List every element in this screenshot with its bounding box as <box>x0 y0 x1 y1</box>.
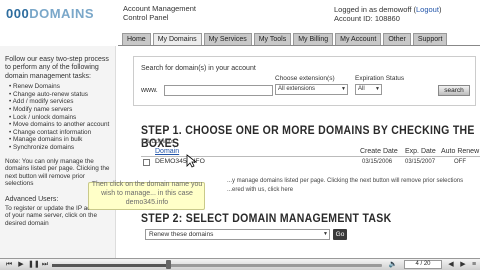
logged-in-suffix: ) <box>438 5 442 14</box>
step1-note-line1: ...y manage domains listed per page. Cli… <box>227 178 464 184</box>
task-item: Add / modify services <box>9 98 111 106</box>
progress-fill <box>52 264 168 267</box>
progress-thumb[interactable] <box>165 260 171 269</box>
domain-search-panel: Search for domain(s) in your account www… <box>133 56 476 106</box>
expiration-select-value: All <box>358 86 365 92</box>
auto-renew-status: OFF <box>454 159 466 165</box>
domain-checkbox[interactable] <box>143 159 150 166</box>
page-title-line2: Control Panel <box>123 13 169 22</box>
column-exp-date: Exp. Date <box>405 148 436 155</box>
pause-icon[interactable]: ❚❚ <box>28 261 40 269</box>
page-counter: 4 / 20 <box>404 260 442 269</box>
extension-select-value: All extensions <box>278 86 316 92</box>
account-id: Account ID: 108860 <box>334 14 400 23</box>
extension-label: Choose extension(s) <box>275 75 335 82</box>
task-item: Change contact information <box>9 129 111 137</box>
step2-heading: STEP 2: SELECT DOMAIN MANAGEMENT TASK <box>141 212 392 226</box>
search-button[interactable]: search <box>438 85 470 96</box>
logged-in-text: Logged in as demowoff ( <box>334 5 416 14</box>
task-item: Synchronize domains <box>9 144 111 152</box>
previous-icon[interactable]: ◀ <box>446 261 456 269</box>
logo-prefix: 000 <box>6 6 30 21</box>
go-button[interactable]: Go <box>333 229 347 240</box>
logo[interactable]: 000DOMAINS <box>6 6 94 21</box>
tab-my-account[interactable]: My Account <box>335 33 382 45</box>
task-item: Move domains to another account <box>9 121 111 129</box>
page-title-line1: Account Management <box>123 4 196 13</box>
sidebar: Follow our easy two-step process to perf… <box>0 46 116 258</box>
chevron-down-icon: ▼ <box>341 86 346 92</box>
rewind-icon[interactable]: ⏮ <box>4 261 14 269</box>
tab-my-domains[interactable]: My Domains <box>152 33 202 45</box>
www-label: www. <box>141 87 158 94</box>
task-item: Modify name servers <box>9 106 111 114</box>
play-icon[interactable]: ▶ <box>16 261 26 269</box>
page-title: Account Management Control Panel <box>123 4 196 22</box>
step1-heading: STEP 1. CHOOSE ONE OR MORE DOMAINS BY CH… <box>141 124 475 151</box>
tab-my-billing[interactable]: My Billing <box>293 33 334 45</box>
tabbar-divider <box>118 45 480 46</box>
chevron-down-icon: ▼ <box>323 231 328 237</box>
task-list: Renew Domains Change auto-renew status A… <box>9 83 111 151</box>
next-icon[interactable]: ▶ <box>458 261 468 269</box>
column-auto-renew: Auto Renew <box>441 148 480 155</box>
expiration-select[interactable]: All ▼ <box>355 84 382 95</box>
tab-my-services[interactable]: My Services <box>203 33 252 45</box>
mouse-pointer-icon <box>186 154 196 168</box>
chevron-down-icon: ▼ <box>375 86 380 92</box>
tutorial-callout-text: Then click on the domain name you wish t… <box>91 181 203 206</box>
logout-link[interactable]: Logout <box>416 5 439 14</box>
search-title: Search for domain(s) in your account <box>141 65 256 72</box>
domain-count: 1-1 Domains <box>141 139 176 145</box>
header: 000DOMAINS Account Management Control Pa… <box>0 0 480 33</box>
step1-note-line2: ...ered with us, click here <box>227 186 294 193</box>
task-select-value: Renew these domains <box>149 231 214 238</box>
video-player-bar: ⏮ ▶ ❚❚ ⏭ 🔈 4 / 20 ◀ ▶ ≡ <box>0 258 480 270</box>
tab-home[interactable]: Home <box>122 33 151 45</box>
domain-search-input[interactable] <box>164 85 273 96</box>
exp-date: 03/15/2007 <box>405 159 436 165</box>
logo-suffix: DOMAINS <box>29 6 95 21</box>
extension-select[interactable]: All extensions ▼ <box>275 84 348 95</box>
forward-icon[interactable]: ⏭ <box>40 261 50 269</box>
task-item: Change auto-renew status <box>9 91 111 99</box>
tab-my-tools[interactable]: My Tools <box>253 33 292 45</box>
domain-name-link[interactable]: DEMO345.INFO <box>155 158 205 165</box>
column-domain[interactable]: Domain <box>155 148 179 155</box>
create-date: 03/15/2006 <box>362 159 393 165</box>
task-select[interactable]: Renew these domains ▼ <box>145 229 330 240</box>
task-item: Manage domains in bulk <box>9 136 111 144</box>
login-status: Logged in as demowoff (Logout) Account I… <box>334 5 441 23</box>
column-create-date: Create Date <box>360 148 398 155</box>
tab-other[interactable]: Other <box>383 33 411 45</box>
task-item: Lock / unlock domains <box>9 114 111 122</box>
progress-track[interactable] <box>52 264 382 267</box>
menu-icon[interactable]: ≡ <box>469 261 479 269</box>
main-tabs: Home My Domains My Services My Tools My … <box>122 33 448 45</box>
speaker-icon[interactable]: 🔈 <box>388 261 398 269</box>
task-item: Renew Domains <box>9 83 111 91</box>
tab-support[interactable]: Support <box>412 33 448 45</box>
expiration-label: Expiration Status <box>355 75 405 82</box>
sidebar-intro: Follow our easy two-step process to perf… <box>5 56 109 80</box>
step1-note: ...y manage domains listed per page. Cli… <box>227 177 480 194</box>
